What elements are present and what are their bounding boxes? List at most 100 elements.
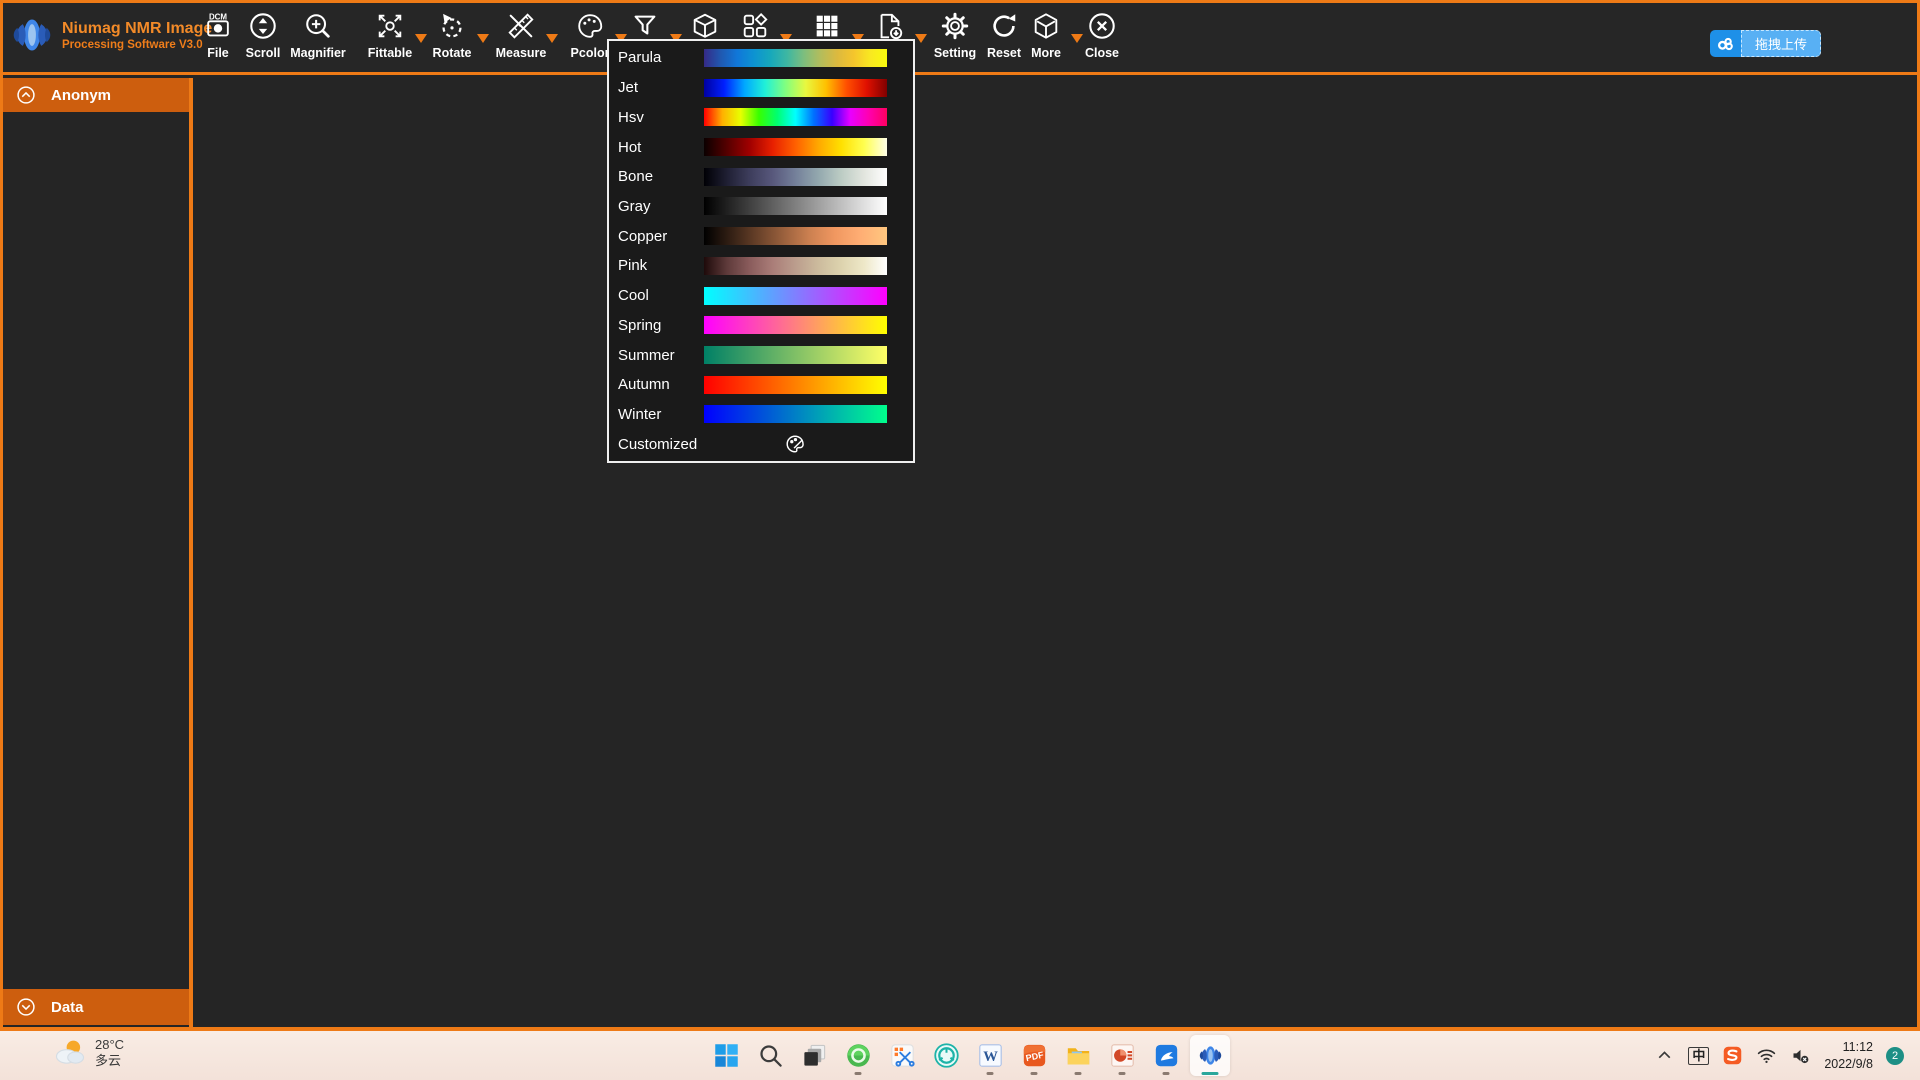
volume-muted-icon[interactable] [1790,1045,1811,1066]
weather-text: 28°C 多云 [95,1037,124,1070]
colormap-option-label: Customized [618,436,697,453]
pdf-icon: PDF [1021,1042,1048,1069]
taskbar-app-task-view[interactable] [794,1035,834,1076]
colormap-option-copper[interactable]: Copper [609,221,913,251]
teal-app-icon [933,1042,960,1069]
colormap-option-gray[interactable]: Gray [609,192,913,222]
ppt-icon [1109,1042,1136,1069]
taskbar-app-windows-start[interactable] [706,1035,746,1076]
sidebar-panel-data[interactable]: Data [3,989,189,1025]
caret-down-icon[interactable] [477,34,489,43]
taskbar-app-word[interactable]: W [970,1035,1010,1076]
toolbar-item-label: Scroll [246,46,281,61]
sidebar-panel-anonym-label: Anonym [51,87,111,104]
colormap-dropdown-menu: ParulaJet Hsv Hot Bone Gray Copper Pink Cool Spr… [607,39,915,463]
system-tray: 中 11:12 2022/9/8 2 [1654,1031,1904,1080]
colormap-option-label: Cool [618,287,649,304]
export-file-icon [875,11,905,41]
taskbar-app-file-explorer[interactable] [1058,1035,1098,1076]
colormap-option-hot[interactable]: Hot [609,132,913,162]
toolbar-item-more[interactable]: More [1019,11,1073,61]
magnifier-icon [303,11,333,41]
wifi-icon[interactable] [1756,1045,1777,1066]
app-title: Niumag NMR Image [62,19,212,38]
green-browser-icon [845,1042,872,1069]
colormap-option-summer[interactable]: Summer [609,340,913,370]
upload-label: 拖拽上传 [1741,30,1821,57]
toolbar-item-measure[interactable]: Measure [494,11,548,61]
rotate-icon [437,11,467,41]
taskbar-app-niumag-nmr[interactable] [1190,1035,1230,1076]
baidu-upload-widget[interactable]: 拖拽上传 [1710,30,1821,57]
colormap-gradient-bar [704,138,887,156]
ime-indicator[interactable]: 中 [1688,1047,1709,1065]
toolbar-item-setting[interactable]: Setting [928,11,982,61]
niumag-logo-icon [9,9,55,61]
app-window: Niumag NMR Image Processing Software V3.… [0,0,1920,1031]
colormap-option-cool[interactable]: Cool [609,281,913,311]
colormap-option-winter[interactable]: Winter [609,400,913,430]
colormap-option-label: Autumn [618,376,670,393]
caret-down-icon[interactable] [546,34,558,43]
colormap-option-label: Winter [618,406,661,423]
taskbar-app-screenshot-tool[interactable] [882,1035,922,1076]
colormap-option-label: Gray [618,198,651,215]
running-indicator [1031,1072,1038,1075]
tray-chevron-up-icon[interactable] [1654,1045,1675,1066]
running-indicator [1119,1072,1126,1075]
shapes-icon [740,11,770,41]
taskbar-app-pdf-reader[interactable]: PDF [1014,1035,1054,1076]
colormap-option-label: Spring [618,317,661,334]
colormap-option-autumn[interactable]: Autumn [609,370,913,400]
funnel-icon [630,11,660,41]
image-canvas [193,78,1917,1027]
pcolor-icon [575,11,605,41]
colormap-option-label: Bone [618,168,653,185]
taskbar-app-search[interactable] [750,1035,790,1076]
running-indicator [987,1072,994,1075]
sidebar-panel-anonym[interactable]: Anonym [3,78,189,112]
colormap-option-jet[interactable]: Jet [609,73,913,103]
taskbar: 28°C 多云 W PDF 中 11:12 2022/9/8 2 [0,1031,1920,1080]
notification-badge[interactable]: 2 [1886,1047,1904,1065]
niumag-app-icon [1197,1042,1224,1069]
toolbar-item-label: Measure [496,46,547,61]
chevron-down-circle-icon [16,997,36,1017]
colormap-option-customized[interactable]: Customized [609,429,913,459]
colormap-gradient-bar [704,257,887,275]
colormap-gradient-bar [704,197,887,215]
colormap-option-pink[interactable]: Pink [609,251,913,281]
taskbar-app-powerpoint[interactable] [1102,1035,1142,1076]
sogou-input-icon[interactable] [1722,1045,1743,1066]
toolbar-item-fittable[interactable]: Fittable [363,11,417,61]
colormap-option-bone[interactable]: Bone [609,162,913,192]
folder-icon [1065,1042,1092,1069]
taskbar-app-teal-app[interactable] [926,1035,966,1076]
sidebar: Anonym Data [3,78,193,1027]
measure-icon [506,11,536,41]
colormap-option-parula[interactable]: Parula [609,43,913,73]
toolbar-item-scroll[interactable]: Scroll [236,11,290,61]
colormap-option-hsv[interactable]: Hsv [609,102,913,132]
colormap-gradient-bar [704,49,887,67]
toolbar-item-rotate[interactable]: Rotate [425,11,479,61]
app-logo: Niumag NMR Image Processing Software V3.… [9,9,212,61]
caret-down-icon[interactable] [915,34,927,43]
search-icon [757,1042,784,1069]
tray-date: 2022/9/8 [1824,1056,1873,1073]
colormap-option-spring[interactable]: Spring [609,310,913,340]
win-start-icon [713,1042,740,1069]
toolbar-item-label: Pcolor [571,46,610,61]
toolbar-item-label: Magnifier [290,46,346,61]
toolbar-item-magnifier[interactable]: Magnifier [291,11,345,61]
weather-widget[interactable]: 28°C 多云 [52,1035,124,1071]
clock[interactable]: 11:12 2022/9/8 [1824,1039,1873,1073]
toolbar-item-close[interactable]: Close [1075,11,1129,61]
colormap-option-label: Pink [618,257,647,274]
taskbar-app-thunder[interactable] [1146,1035,1186,1076]
colormap-option-label: Hsv [618,109,644,126]
chevron-up-circle-icon [16,85,36,105]
taskbar-app-browser[interactable] [838,1035,878,1076]
svg-text:W: W [983,1049,998,1065]
fittable-icon [375,11,405,41]
